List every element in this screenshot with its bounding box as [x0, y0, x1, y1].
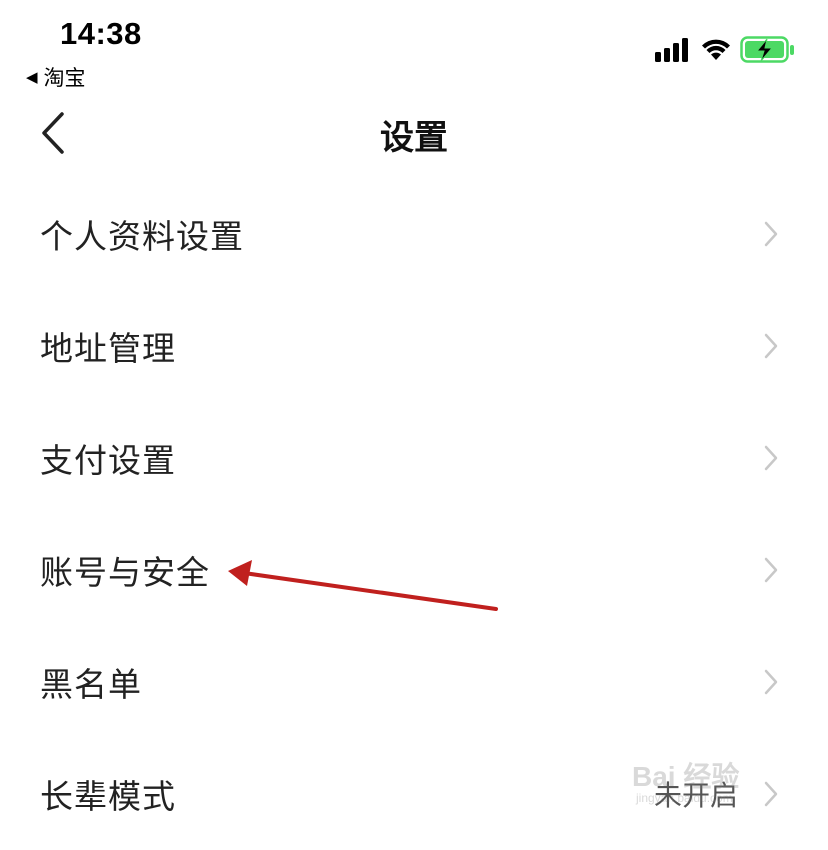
chevron-right-icon: [764, 445, 778, 471]
menu-item-account-security[interactable]: 账号与安全: [0, 514, 828, 626]
back-to-app-link[interactable]: ◀ 淘宝: [26, 62, 86, 92]
page-title: 设置: [380, 118, 448, 158]
menu-item-label: 地址管理: [40, 329, 176, 368]
menu-item-payment-settings[interactable]: 支付设置: [0, 402, 828, 514]
chevron-right-icon: [764, 333, 778, 359]
chevron-right-icon: [764, 557, 778, 583]
menu-item-label: 账号与安全: [40, 553, 210, 592]
status-time: 14:38: [60, 16, 142, 51]
status-bar: 14:38 ◀ 淘宝: [0, 0, 828, 92]
back-triangle-icon: ◀: [26, 68, 38, 86]
chevron-right-icon: [764, 221, 778, 247]
navigation-bar: 设置: [0, 98, 828, 170]
chevron-right-icon: [764, 669, 778, 695]
menu-item-value: 未开启: [653, 779, 738, 812]
menu-item-profile-settings[interactable]: 个人资料设置: [0, 178, 828, 290]
settings-menu: 个人资料设置 地址管理 支付设置 账号与安全 黑名单 长辈模式 未开启: [0, 178, 828, 850]
menu-item-label: 长辈模式: [40, 777, 176, 816]
menu-item-address-management[interactable]: 地址管理: [0, 290, 828, 402]
menu-item-blacklist[interactable]: 黑名单: [0, 626, 828, 738]
chevron-right-icon: [764, 781, 778, 807]
menu-item-label: 个人资料设置: [40, 217, 244, 256]
menu-item-label: 支付设置: [40, 441, 176, 480]
menu-item-label: 黑名单: [40, 665, 142, 704]
wifi-icon: [702, 39, 730, 60]
back-app-label: 淘宝: [43, 66, 86, 90]
menu-item-elder-mode[interactable]: 长辈模式 未开启: [0, 738, 828, 850]
cellular-signal-icon: [655, 38, 688, 62]
battery-charging-icon: [740, 36, 794, 63]
